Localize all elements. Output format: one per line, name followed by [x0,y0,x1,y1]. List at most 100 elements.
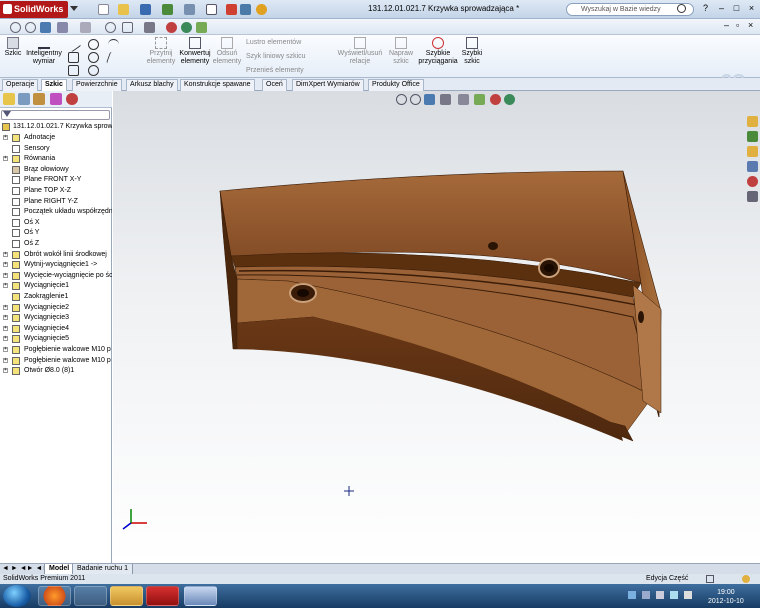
tab-konstrukcje-spawane[interactable]: Konstrukcje spawane [180,79,255,91]
solidworks-taskbar-icon[interactable] [146,586,179,606]
arc-icon[interactable] [88,52,99,63]
tree-item[interactable]: + Wytnij-wyciągnięcie1 -> [0,260,112,270]
convert-entities-button[interactable]: Konwertuj elementy [178,35,212,66]
save-icon[interactable] [140,4,151,15]
tray-icon-1[interactable] [628,591,636,599]
tray-icon-3[interactable] [656,591,664,599]
start-button[interactable] [3,585,31,607]
tree-item[interactable]: Początek układu współrzędnych [0,207,112,217]
configuration-manager-icon[interactable] [33,93,45,105]
volume-icon[interactable] [684,591,692,599]
graphics-area[interactable] [113,91,760,563]
expand-icon[interactable]: + [3,368,8,374]
zoom-to-area-icon[interactable] [410,94,421,105]
display-manager-icon[interactable] [66,93,78,105]
rotate-icon[interactable] [122,22,133,33]
tree-item[interactable]: + Wyciągnięcie2 [0,303,112,313]
tab-szkic[interactable]: Szkic [41,79,67,91]
offset-entities-button[interactable]: Odsuń elementy [212,35,242,66]
expand-icon[interactable]: + [3,336,8,342]
search-input[interactable]: Wyszukaj w Bazie wiedzy [566,3,694,16]
tree-filter-input[interactable] [1,110,110,120]
custom-properties-icon[interactable] [747,191,758,202]
apply-scene-icon[interactable] [504,94,515,105]
tab-ocen[interactable]: Oceń [262,79,287,91]
system-clock[interactable]: 19:00 2012-10-10 [708,588,744,606]
view-orientation-icon[interactable] [57,22,68,33]
quick-tips-icon[interactable] [742,575,750,583]
section-icon[interactable] [440,94,451,105]
search-icon[interactable] [677,4,686,13]
zoom-fit-icon[interactable] [10,22,21,33]
line-icon[interactable] [65,36,82,53]
view-settings-icon[interactable] [196,22,207,33]
zoom-area-icon[interactable] [25,22,36,33]
tree-item[interactable]: + Pogłębienie walcowe M10 p [0,356,112,366]
tree-item[interactable]: Plane TOP X-Z [0,186,112,196]
display-style-icon[interactable] [80,22,91,33]
expand-icon[interactable]: + [3,304,8,310]
appearance-icon[interactable] [166,22,177,33]
options-icon[interactable] [256,4,267,15]
expand-icon[interactable]: + [3,347,8,352]
expand-icon[interactable]: + [3,283,8,289]
tab-operacje[interactable]: Operacje [2,79,39,91]
tree-item[interactable]: + Wyciągnięcie1 [0,281,112,291]
scroll-tabs-icon[interactable]: ◄ ► ◄► ◄► [2,565,49,572]
tree-item[interactable]: + Pogłębienie walcowe M10 p [0,345,112,355]
display-relations-button[interactable]: Wyświetl/usuń relacje [334,35,386,66]
media-player-icon[interactable] [74,586,107,606]
file-properties-icon[interactable] [240,4,251,15]
tab-powierzchnie[interactable]: Powierzchnie [72,79,122,91]
tree-item[interactable]: Plane RIGHT Y-Z [0,197,112,207]
quick-snaps-button[interactable]: Szybkie przyciągania [418,35,458,66]
zoom-to-fit-icon[interactable] [396,94,407,105]
doc-minimize-icon[interactable]: – [724,20,729,30]
tree-item[interactable]: Oś Y [0,228,112,238]
resources-icon[interactable] [747,116,758,127]
trim-pen-icon[interactable] [105,52,122,63]
tree-item[interactable]: +Wycięcie-wyciągnięcie po ścieżce [0,271,112,281]
tree-item[interactable]: Zaokrąglenie1 [0,292,112,302]
rectangle-icon[interactable] [68,52,79,63]
tree-root-part[interactable]: 131.12.01.021.7 Krzywka sprowadzająca [0,122,112,132]
section-view-icon[interactable] [40,22,51,33]
design-library-icon[interactable] [747,131,758,142]
tree-item[interactable]: Sensory [0,144,112,154]
appearances-icon[interactable] [747,176,758,187]
menu-arrow-icon[interactable] [70,6,78,11]
display-icon[interactable] [474,94,485,105]
tree-item[interactable]: Oś X [0,218,112,228]
part-model[interactable] [113,91,760,563]
circle-icon[interactable] [88,39,99,50]
minimize-icon[interactable]: – [716,3,727,14]
orientation-icon[interactable] [458,94,469,105]
tab-dimxpert[interactable]: DimXpert Wymiarów [292,79,364,91]
previous-view-icon[interactable] [424,94,435,105]
expand-icon[interactable]: + [3,315,8,321]
view-palette-icon[interactable] [747,161,758,172]
expand-icon[interactable]: + [3,272,8,278]
maximize-icon[interactable]: □ [731,3,742,14]
feature-tree-icon[interactable] [3,93,15,105]
tree-item[interactable]: Oś Z [0,239,112,249]
smart-dimension-button[interactable]: Inteligentny wymiar [26,35,62,66]
help-icon[interactable]: ? [700,3,711,14]
edit-appearance-icon[interactable] [490,94,501,105]
point-icon[interactable] [120,65,131,76]
scene-icon[interactable] [181,22,192,33]
dimxpert-manager-icon[interactable] [50,93,62,105]
tree-item[interactable]: + Wyciągnięcie5 [0,334,112,344]
expand-icon[interactable]: + [3,357,8,363]
network-icon[interactable] [670,591,678,599]
rapid-sketch-button[interactable]: Szybki szkic [460,35,484,66]
trim-entities-button[interactable]: Przytnij elementy [144,35,178,66]
rebuild-icon[interactable] [226,4,237,15]
print-icon[interactable] [162,4,173,15]
tree-item[interactable]: + Otwór Ø8.0 (8)1 [0,366,112,376]
expand-icon[interactable]: + [3,251,8,257]
tree-item[interactable]: Brąz ołowiowy [0,165,112,175]
doc-close-icon[interactable]: × [748,20,753,30]
polygon-icon[interactable] [88,65,99,76]
tree-item[interactable]: + Wyciągnięcie4 [0,324,112,334]
